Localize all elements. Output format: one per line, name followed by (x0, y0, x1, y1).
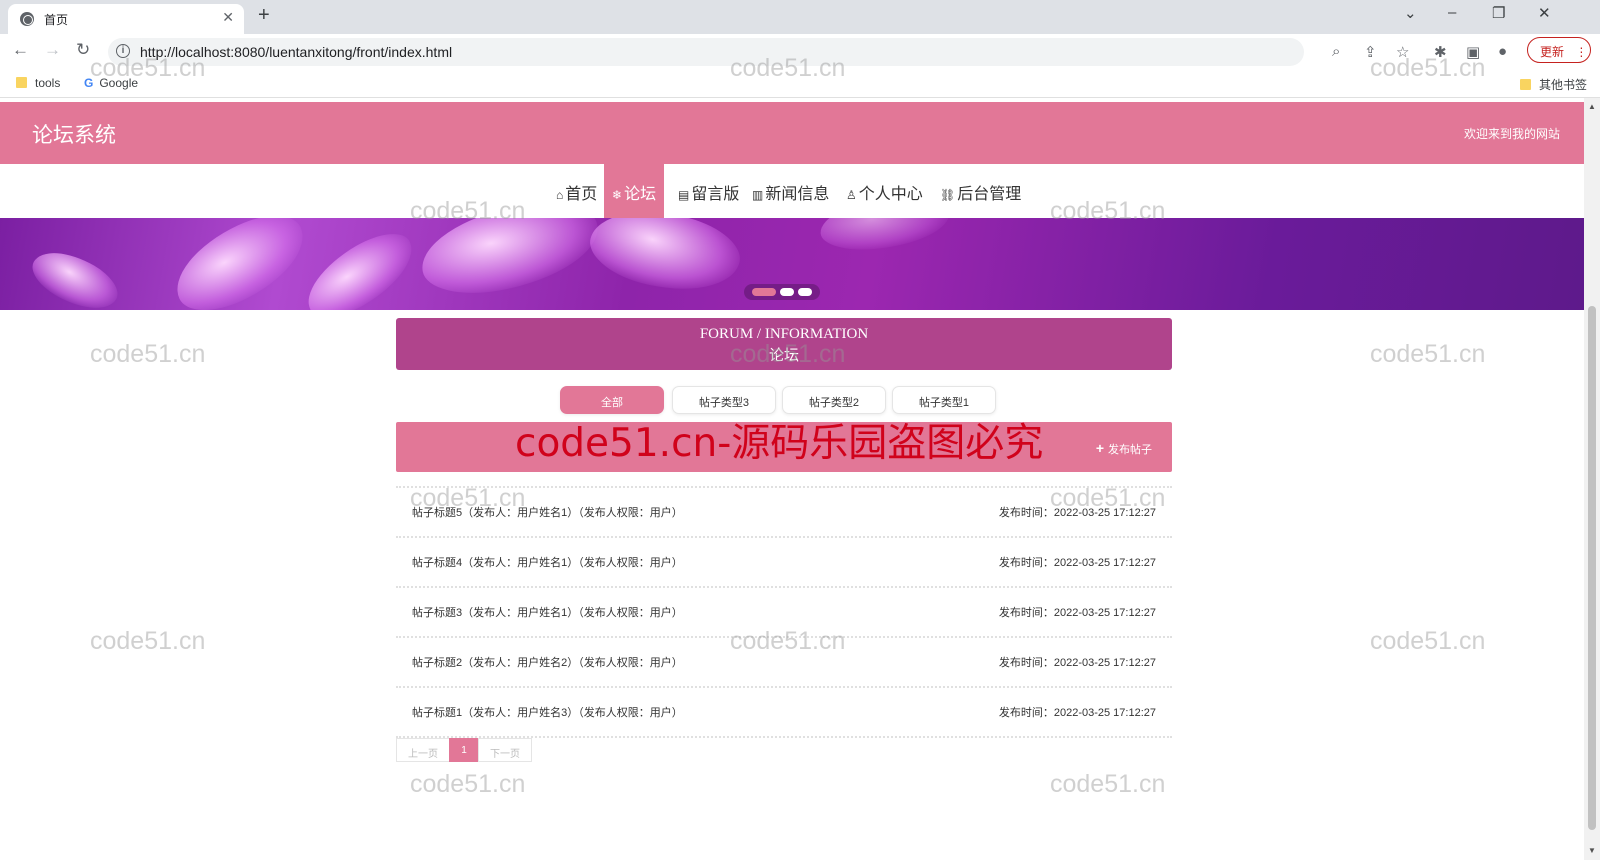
nav-item-admin[interactable]: ⛓ 后台管理 (932, 164, 1029, 218)
close-icon[interactable]: ✕ (222, 9, 234, 26)
page-viewport: 论坛系统 欢迎来到我的网站 ⌂ 首页 ❄ 论坛 ▤ 留言版 ▥ 新闻信息 ♙ 个人中心 ⛓… (0, 98, 1584, 860)
bookmark-google[interactable]: G Google (84, 76, 138, 90)
next-page-button[interactable]: 下一页 (478, 738, 532, 762)
filter-type2[interactable]: 帖子类型2 (782, 386, 886, 414)
post-row[interactable]: 帖子标题4（发布人：用户姓名1）（发布人权限：用户） 发布时间：2022-03-… (396, 536, 1172, 586)
prev-page-button[interactable]: 上一页 (396, 738, 450, 762)
scroll-down-icon[interactable]: ▼ (1588, 846, 1596, 855)
banner-petal (161, 218, 319, 310)
profile-icon[interactable]: ● (1498, 43, 1507, 60)
new-tab-button[interactable]: + (258, 4, 270, 27)
google-icon: G (84, 76, 94, 90)
main-nav: ⌂ 首页 ❄ 论坛 ▤ 留言版 ▥ 新闻信息 ♙ 个人中心 ⛓ 后台管理 (0, 164, 1584, 218)
banner-petal (294, 221, 426, 310)
post-time: 发布时间：2022-03-25 17:12:27 (998, 607, 1156, 619)
carousel-indicators (744, 284, 820, 300)
post-time: 发布时间：2022-03-25 17:12:27 (998, 707, 1156, 719)
post-title[interactable]: 帖子标题2（发布人：用户姓名2）（发布人权限：用户） (412, 654, 683, 670)
section-title-en: FORUM / INFORMATION (699, 326, 869, 342)
forward-button[interactable]: → (44, 40, 61, 60)
link-icon: ⛓ (940, 188, 956, 202)
banner-petal (24, 238, 126, 310)
nav-item-home[interactable]: ⌂ 首页 (548, 164, 605, 218)
browser-tab[interactable]: 首页 ✕ (8, 4, 244, 34)
watermark-red: code51.cn-源码乐园盗图必究 (515, 421, 1044, 466)
folder-icon (1520, 79, 1531, 90)
reload-button[interactable]: ↻ (76, 40, 90, 60)
zoom-icon[interactable]: ⌕ (1332, 43, 1340, 60)
plus-icon: + (1095, 440, 1104, 456)
filter-all[interactable]: 全部 (560, 386, 664, 414)
snowflake-icon: ❄ (612, 188, 623, 202)
window-close-button[interactable]: ✕ (1538, 4, 1551, 22)
post-row[interactable]: 帖子标题5（发布人：用户姓名1）（发布人权限：用户） 发布时间：2022-03-… (396, 486, 1172, 536)
filter-type1[interactable]: 帖子类型1 (892, 386, 996, 414)
carousel-dot-active[interactable] (752, 288, 776, 296)
star-icon[interactable]: ☆ (1396, 43, 1409, 61)
section-header: FORUM / INFORMATION 论坛 (396, 318, 1172, 370)
minimize-button[interactable]: – (1448, 4, 1456, 21)
post-title[interactable]: 帖子标题1（发布人：用户姓名3）（发布人权限：用户） (412, 704, 683, 720)
filter-type3[interactable]: 帖子类型3 (672, 386, 776, 414)
back-button[interactable]: ← (12, 40, 29, 60)
info-icon[interactable]: i (116, 44, 130, 58)
post-time: 发布时间：2022-03-25 17:12:27 (998, 507, 1156, 519)
banner-petal (818, 218, 952, 254)
post-row[interactable]: 帖子标题2（发布人：用户姓名2）（发布人权限：用户） 发布时间：2022-03-… (396, 636, 1172, 686)
extensions-icon[interactable]: ✱ (1434, 43, 1447, 61)
board-icon: ▤ (678, 188, 690, 202)
publish-post-button[interactable]: + 发布帖子 (1096, 440, 1152, 457)
welcome-text: 欢迎来到我的网站 (1463, 127, 1560, 141)
nav-item-forum[interactable]: ❄ 论坛 (604, 164, 665, 218)
section-title-cn: 论坛 (768, 347, 799, 364)
post-title[interactable]: 帖子标题3（发布人：用户姓名1）（发布人权限：用户） (412, 604, 683, 620)
post-title[interactable]: 帖子标题4（发布人：用户姓名1）（发布人权限：用户） (412, 554, 683, 570)
page-number-current[interactable]: 1 (449, 738, 479, 762)
chevron-down-icon[interactable]: ⌄ (1404, 4, 1417, 22)
browser-tab-bar: 首页 ✕ + ⌄ – ❐ ✕ (0, 0, 1600, 34)
post-time: 发布时间：2022-03-25 17:12:27 (998, 557, 1156, 569)
carousel-dot[interactable] (798, 288, 812, 296)
carousel-dot[interactable] (780, 288, 794, 296)
scrollbar-thumb[interactable] (1588, 306, 1596, 830)
restore-button[interactable]: ❐ (1492, 4, 1505, 22)
update-label: 更新 (1540, 45, 1565, 59)
nav-item-guestbook[interactable]: ▤ 留言版 (670, 164, 747, 218)
home-icon: ⌂ (556, 188, 564, 202)
post-title[interactable]: 帖子标题5（发布人：用户姓名1）（发布人权限：用户） (412, 504, 683, 520)
scroll-up-icon[interactable]: ▲ (1588, 102, 1596, 111)
address-bar[interactable]: i http://localhost:8080/luentanxitong/fr… (108, 38, 1304, 66)
post-row[interactable]: 帖子标题1（发布人：用户姓名3）（发布人权限：用户） 发布时间：2022-03-… (396, 686, 1172, 736)
site-header: 论坛系统 欢迎来到我的网站 (0, 102, 1584, 164)
update-button[interactable]: 更新 ⋮ (1527, 37, 1591, 63)
post-time: 发布时间：2022-03-25 17:12:27 (998, 657, 1156, 669)
bookmarks-bar: tools G Google 其他书签 (0, 68, 1600, 98)
browser-toolbar: ← → ↻ i http://localhost:8080/luentanxit… (0, 34, 1600, 68)
bookmark-other[interactable]: 其他书签 (1520, 76, 1587, 93)
globe-icon (20, 12, 34, 26)
tab-title: 首页 (44, 13, 69, 27)
share-icon[interactable]: ⇪ (1364, 43, 1377, 61)
banner-carousel[interactable] (0, 218, 1584, 310)
menu-dots-icon[interactable]: ⋮ (1575, 45, 1587, 59)
page-scrollbar[interactable]: ▲ ▼ (1584, 98, 1600, 860)
book-icon: ▥ (752, 188, 764, 202)
url-text[interactable]: http://localhost:8080/luentanxitong/fron… (140, 44, 452, 60)
folder-icon (16, 77, 27, 88)
user-icon: ♙ (846, 188, 857, 202)
nav-item-news[interactable]: ▥ 新闻信息 (744, 164, 837, 218)
post-row[interactable]: 帖子标题3（发布人：用户姓名1）（发布人权限：用户） 发布时间：2022-03-… (396, 586, 1172, 636)
banner-petal (582, 218, 748, 307)
sidepanel-icon[interactable]: ▣ (1466, 43, 1480, 61)
site-title: 论坛系统 (32, 123, 116, 147)
banner-petal (414, 218, 606, 304)
bookmark-tools[interactable]: tools (16, 76, 60, 90)
nav-item-profile[interactable]: ♙ 个人中心 (838, 164, 931, 218)
